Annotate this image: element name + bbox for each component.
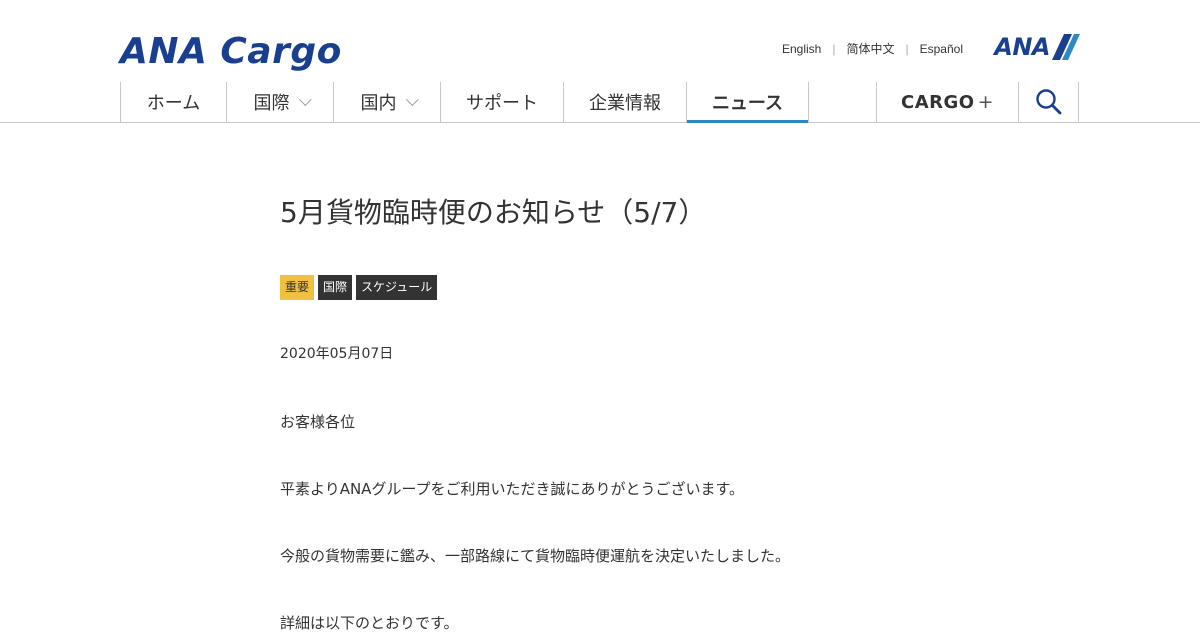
article-date: 2020年05月07日 bbox=[280, 346, 394, 362]
main-nav: ホーム 国際 国内 サポート 企業情報 ニュース bbox=[120, 82, 809, 123]
article-paragraph: 今般の貨物需要に鑑み、一部路線にて貨物臨時便運航を決定いたしました。 bbox=[280, 547, 791, 565]
lang-separator: | bbox=[832, 41, 836, 56]
tag-schedule: スケジュール bbox=[356, 275, 438, 300]
lang-chinese[interactable]: 简体中文 bbox=[846, 40, 894, 57]
nav-label: 国内 bbox=[360, 93, 397, 114]
nav-label: ホーム bbox=[146, 93, 201, 114]
plus-icon: + bbox=[977, 91, 994, 113]
tag-list: 重要 国際 スケジュール bbox=[280, 275, 920, 300]
tag-important: 重要 bbox=[280, 275, 315, 300]
ana-brand-mark[interactable]: ANA bbox=[994, 34, 1080, 60]
nav-item-company[interactable]: 企業情報 bbox=[563, 82, 686, 122]
nav-item-international[interactable]: 国際 bbox=[226, 82, 333, 122]
tag-international: 国際 bbox=[318, 275, 353, 300]
utility-nav: CARGO + bbox=[876, 82, 1079, 122]
nav-item-news[interactable]: ニュース bbox=[686, 82, 809, 123]
nav-item-domestic[interactable]: 国内 bbox=[333, 82, 440, 122]
article-paragraph: 詳細は以下のとおりです。 bbox=[280, 614, 459, 632]
lang-english[interactable]: English bbox=[782, 42, 821, 56]
cargo-plus-label: CARGO bbox=[901, 91, 975, 113]
article-paragraph: お客様各位 bbox=[280, 413, 356, 431]
nav-item-support[interactable]: サポート bbox=[440, 82, 563, 122]
chevron-down-icon bbox=[405, 92, 419, 106]
cargo-plus-button[interactable]: CARGO + bbox=[876, 82, 1018, 122]
nav-label: ニュース bbox=[711, 93, 784, 114]
lang-separator: | bbox=[905, 41, 909, 56]
ana-stripes-icon bbox=[1052, 34, 1080, 60]
article-paragraph: 平素よりANAグループをご利用いただき誠にありがとうございます。 bbox=[280, 480, 745, 498]
nav-label: 企業情報 bbox=[589, 93, 661, 114]
article: 5月貨物臨時便のお知らせ（5/7） 重要 国際 スケジュール 2020年05月0… bbox=[280, 190, 920, 634]
nav-label: サポート bbox=[466, 93, 538, 114]
search-icon bbox=[1035, 89, 1061, 115]
page-title: 5月貨物臨時便のお知らせ（5/7） bbox=[280, 196, 707, 229]
chevron-down-icon bbox=[298, 92, 312, 106]
ana-cargo-logo[interactable]: ANA Cargo bbox=[120, 30, 342, 74]
lang-spanish[interactable]: Español bbox=[920, 42, 963, 56]
ana-brand-text: ANA bbox=[994, 33, 1050, 61]
nav-item-home[interactable]: ホーム bbox=[120, 82, 226, 122]
nav-label: 国際 bbox=[253, 93, 290, 114]
site-header: ANA Cargo English | 简体中文 | Español ANA ホ… bbox=[0, 0, 1200, 123]
language-switcher: English | 简体中文 | Español bbox=[782, 40, 963, 57]
search-button[interactable] bbox=[1018, 82, 1079, 122]
